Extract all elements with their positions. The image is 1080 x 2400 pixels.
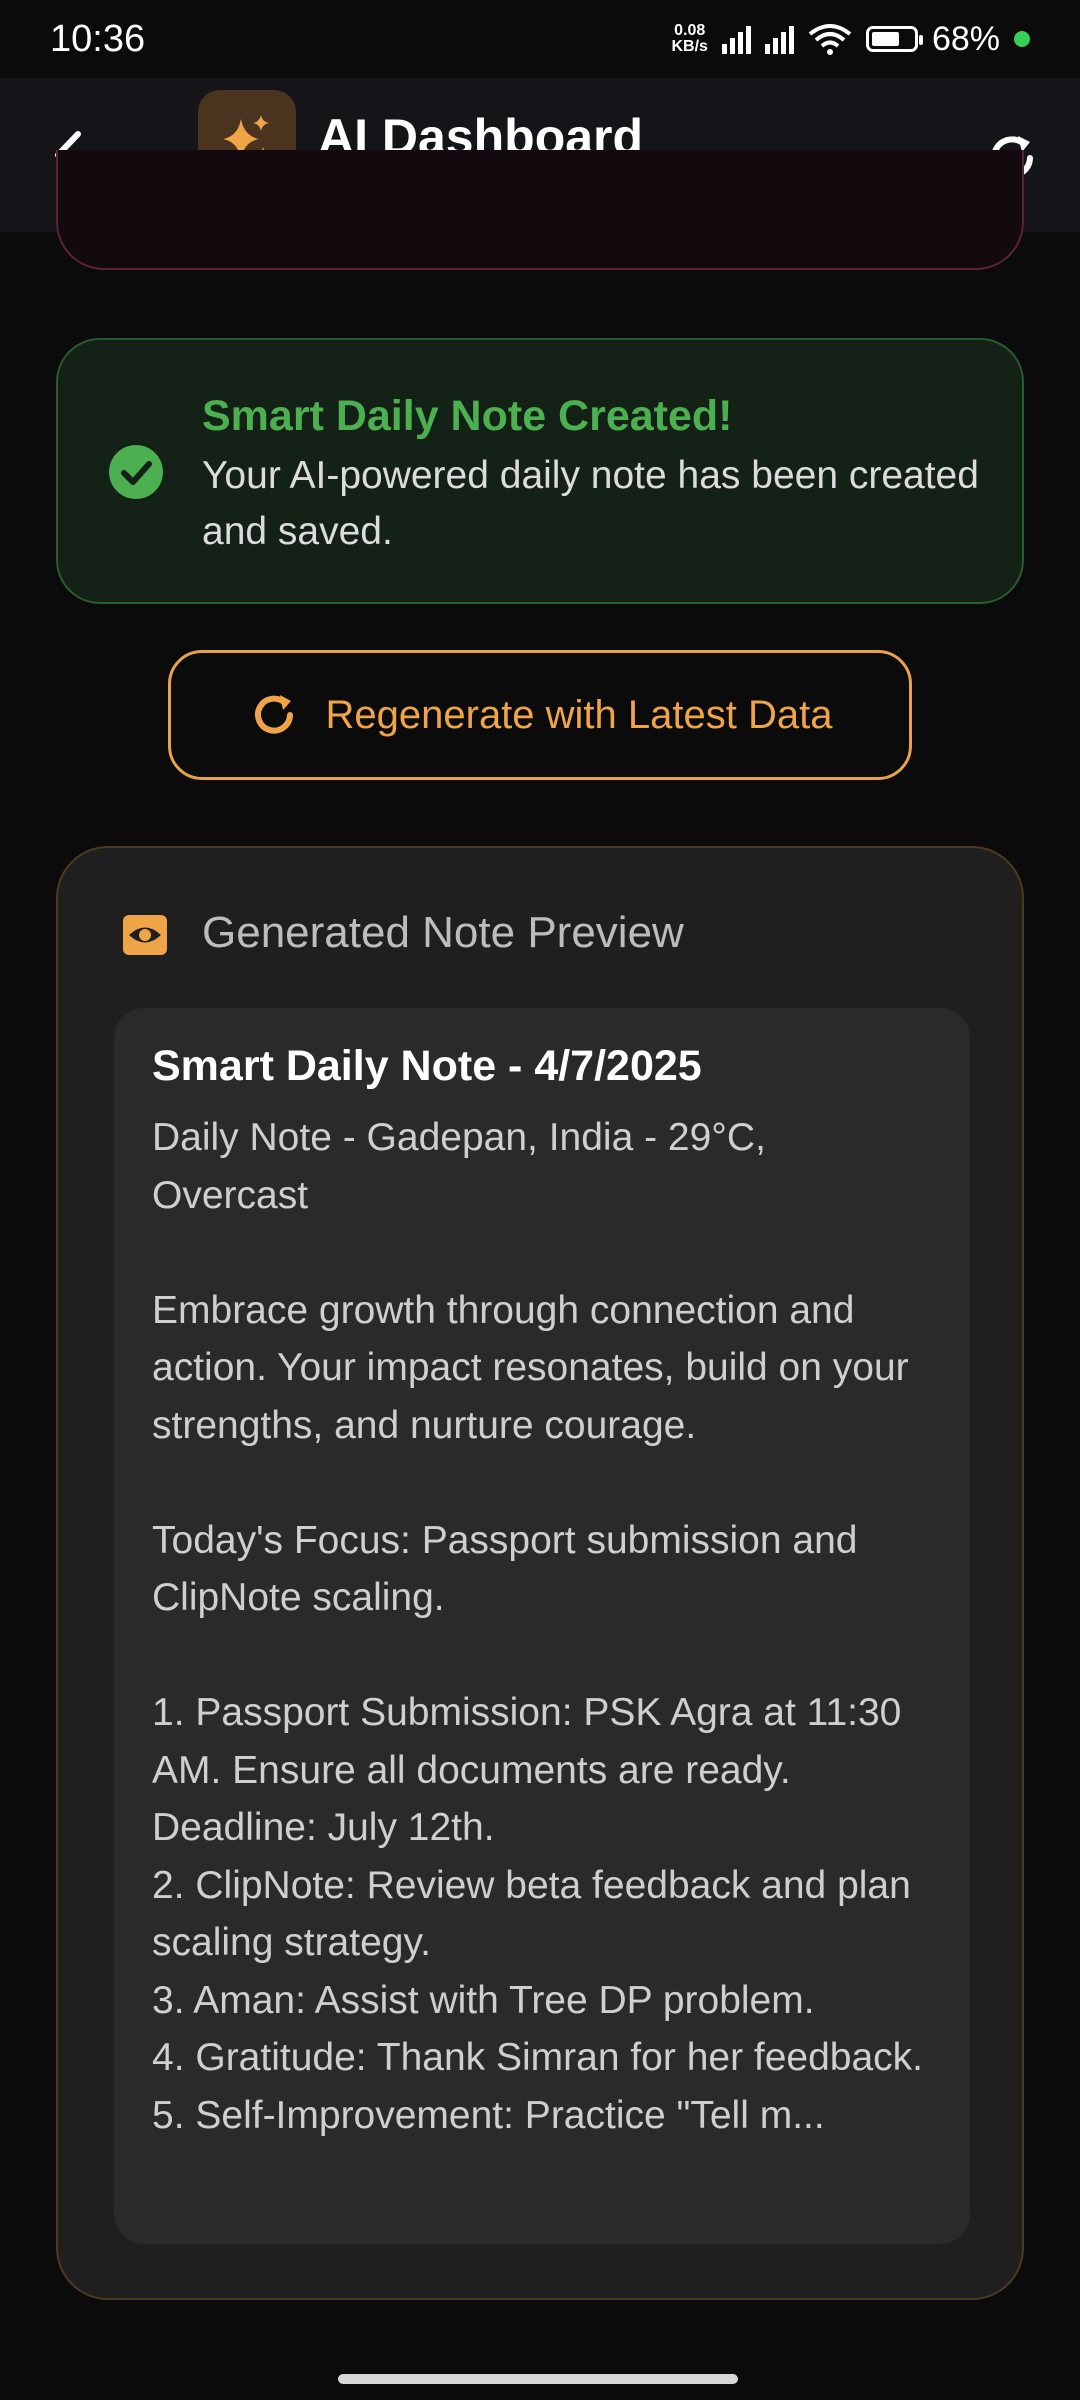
network-speed: 0.08 KB/s [671, 23, 707, 55]
battery-icon [865, 26, 923, 52]
note-preview-card: Generated Note Preview Smart Daily Note … [56, 846, 1024, 2300]
net-speed-value: 0.08 [674, 22, 706, 39]
status-time: 10:36 [50, 17, 146, 60]
regenerate-label: Regenerate with Latest Data [325, 692, 833, 737]
eye-icon [123, 915, 167, 955]
regenerate-button[interactable]: Regenerate with Latest Data [168, 650, 912, 780]
success-banner: Smart Daily Note Created! Your AI-powere… [56, 338, 1024, 604]
privacy-indicator-dot [1014, 31, 1030, 47]
status-icons: 0.08 KB/s 68% [671, 20, 1030, 59]
note-content: Smart Daily Note - 4/7/2025 Daily Note -… [114, 1008, 970, 2244]
net-speed-unit: KB/s [671, 38, 708, 55]
signal-icon-2 [764, 24, 794, 54]
previous-card-partial [56, 150, 1024, 270]
signal-icon [721, 24, 751, 54]
success-message: Your AI-powered daily note has been crea… [202, 454, 979, 553]
refresh-icon [254, 695, 293, 734]
status-bar: 10:36 0.08 KB/s 68% [0, 0, 1080, 78]
preview-title: Generated Note Preview [202, 908, 684, 957]
success-title: Smart Daily Note Created! [202, 392, 733, 440]
note-body: Daily Note - Gadepan, India - 29°C, Over… [152, 1116, 924, 2137]
wifi-icon [808, 24, 852, 55]
check-circle-icon [109, 445, 163, 499]
battery-percent: 68% [931, 19, 1000, 58]
home-gesture-handle[interactable] [338, 2374, 738, 2384]
note-title: Smart Daily Note - 4/7/2025 [152, 1042, 702, 1090]
